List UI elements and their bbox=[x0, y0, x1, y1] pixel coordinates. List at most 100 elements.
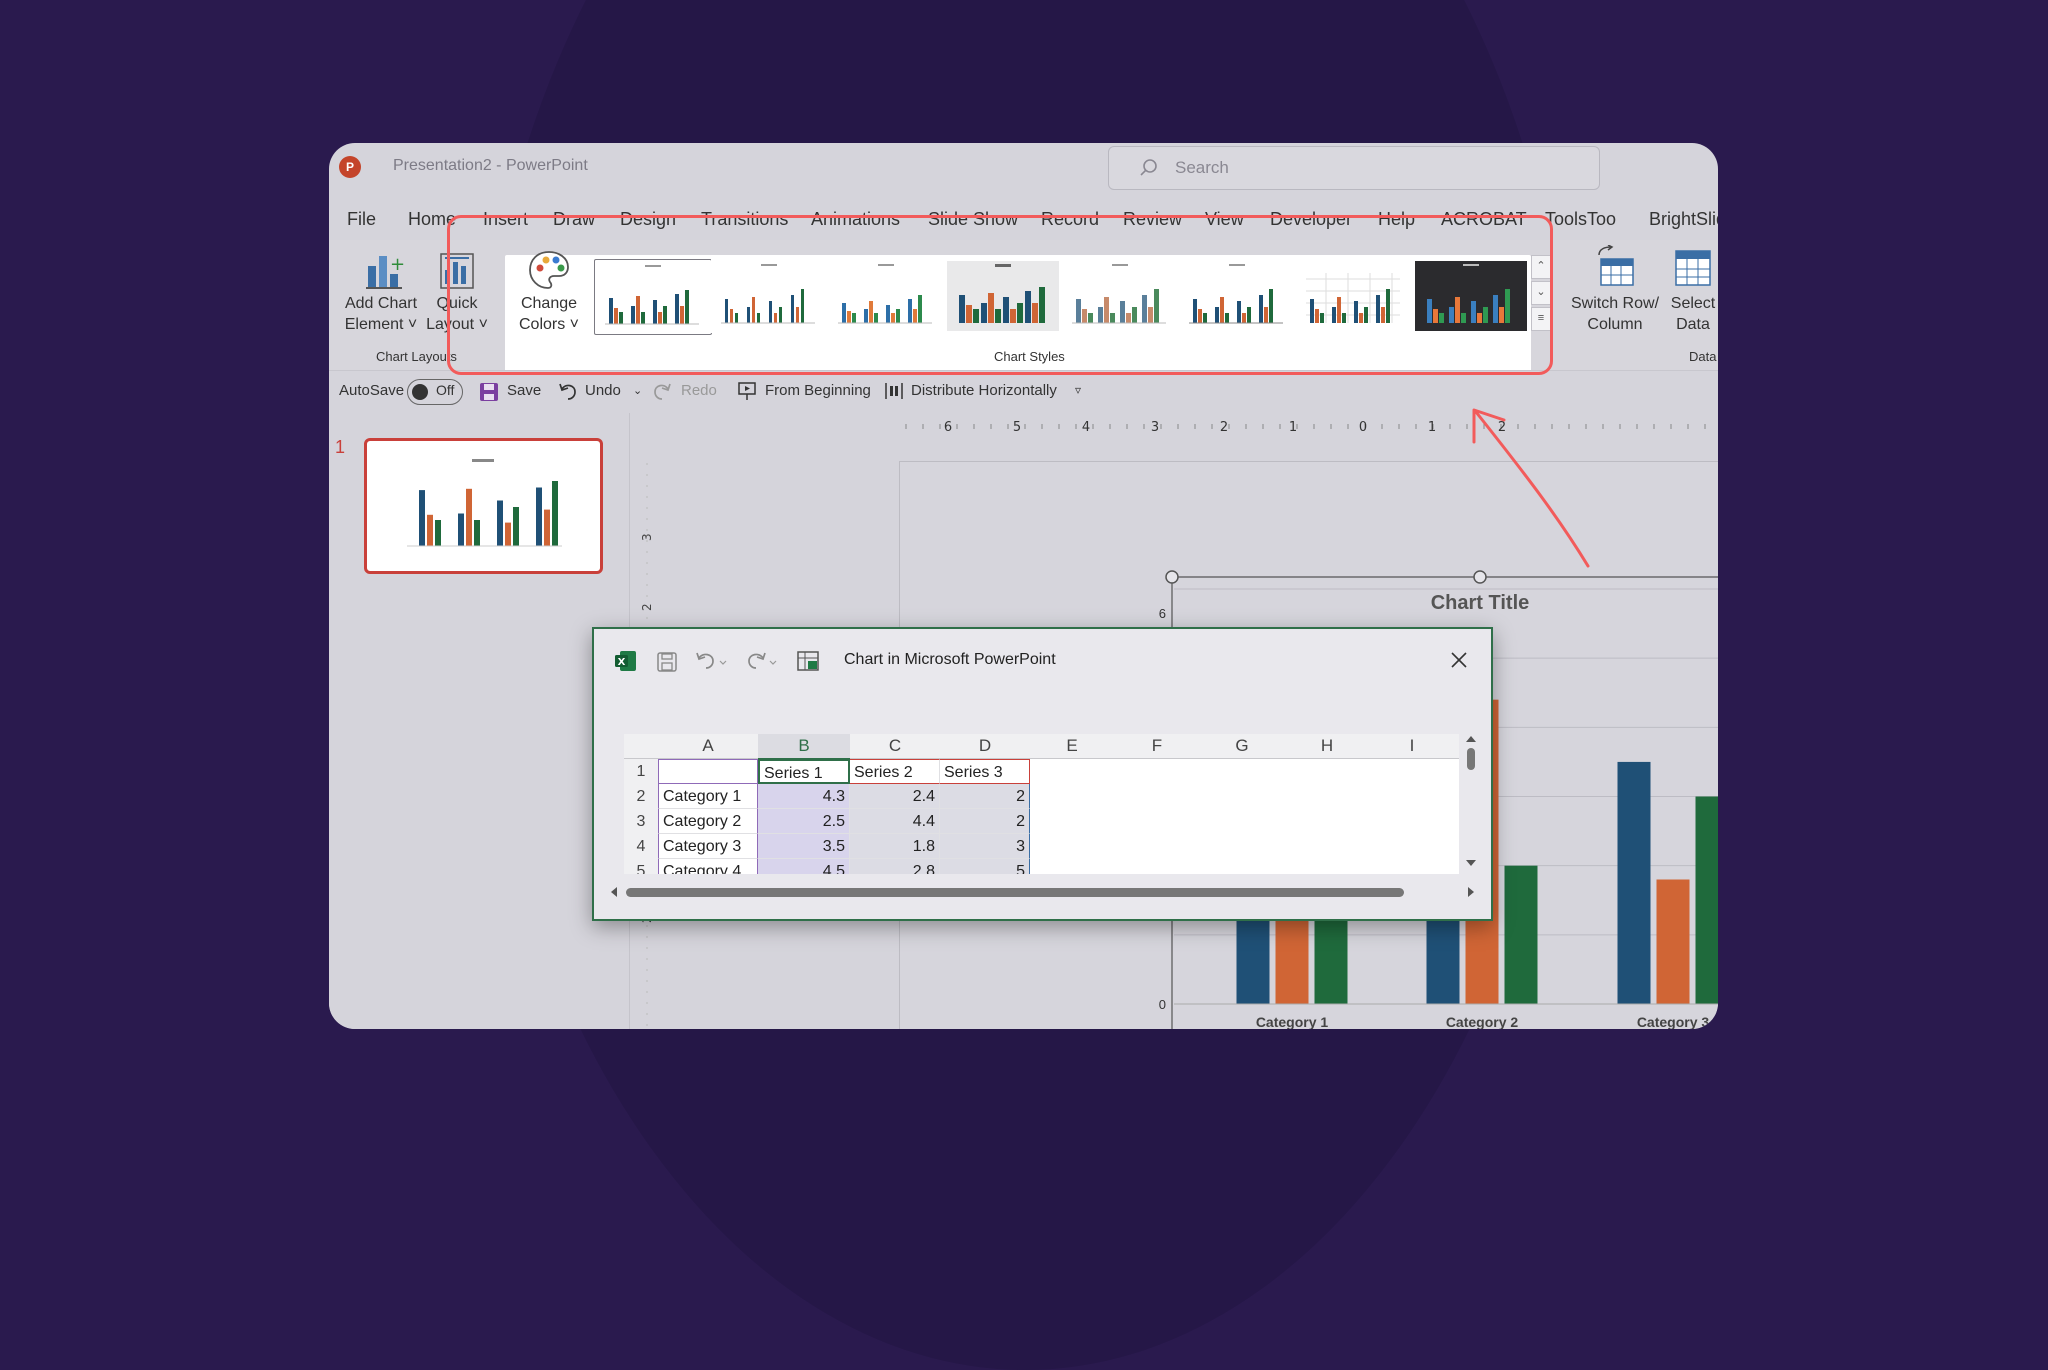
save-icon bbox=[480, 383, 498, 401]
thumb-bar bbox=[505, 522, 511, 546]
excel-redo-icon[interactable] bbox=[746, 649, 782, 671]
search-icon bbox=[1140, 159, 1157, 176]
cell-d3[interactable]: 2 bbox=[940, 809, 1030, 834]
cell-d1[interactable]: Series 3 bbox=[940, 759, 1030, 784]
row-header-3[interactable]: 3 bbox=[624, 809, 659, 835]
svg-text:+: + bbox=[390, 254, 404, 275]
column-header-d[interactable]: D bbox=[940, 734, 1031, 759]
cell-a4[interactable]: Category 3 bbox=[658, 834, 758, 859]
ruler-label: 3 bbox=[1151, 420, 1159, 435]
redo-button[interactable]: Redo bbox=[681, 382, 717, 399]
undo-button[interactable]: Undo bbox=[585, 382, 621, 399]
column-header-i[interactable]: I bbox=[1370, 734, 1455, 759]
column-header-f[interactable]: F bbox=[1114, 734, 1201, 759]
cell-a5[interactable]: Category 4 bbox=[658, 859, 758, 874]
cell-a1[interactable] bbox=[658, 759, 758, 784]
customize-qat-icon[interactable]: ▿ bbox=[1075, 383, 1081, 397]
select-data-icon bbox=[1675, 250, 1711, 286]
x-tick-category-1: Category 1 bbox=[1256, 1014, 1329, 1029]
y-tick-0: 0 bbox=[1159, 997, 1166, 1012]
slide-thumbnail-1[interactable] bbox=[364, 438, 603, 574]
cell-d5[interactable]: 5 bbox=[940, 859, 1030, 874]
cell-b3[interactable]: 2.5 bbox=[758, 809, 850, 834]
bar-series-3-cat3[interactable] bbox=[1695, 796, 1719, 1005]
chart-title[interactable]: Chart Title bbox=[1431, 592, 1530, 614]
bar-series-3-cat2[interactable] bbox=[1504, 865, 1538, 1004]
vertical-scroll-thumb[interactable] bbox=[1467, 748, 1475, 770]
cell-c3[interactable]: 4.4 bbox=[850, 809, 940, 834]
column-header-g[interactable]: G bbox=[1200, 734, 1285, 759]
add-chart-element-button[interactable]: Add Chart Element ˅ bbox=[341, 293, 421, 335]
present-from-beginning-icon bbox=[738, 382, 756, 400]
from-beginning-button[interactable]: From Beginning bbox=[765, 382, 871, 399]
row-header-4[interactable]: 4 bbox=[624, 834, 659, 860]
column-header-c[interactable]: C bbox=[850, 734, 941, 759]
chart-resize-handle-corner[interactable] bbox=[1165, 570, 1179, 584]
vruler-label-2a: 2 bbox=[640, 603, 654, 611]
select-data-button[interactable]: Select Data bbox=[1663, 293, 1718, 335]
cell-c5[interactable]: 2.8 bbox=[850, 859, 940, 874]
excel-save-icon[interactable] bbox=[656, 651, 678, 673]
autosave-label: AutoSave bbox=[339, 382, 405, 399]
distribute-horizontally-icon bbox=[885, 383, 903, 399]
ruler-label: 5 bbox=[1013, 420, 1021, 435]
row-header-2[interactable]: 2 bbox=[624, 784, 659, 810]
x-tick-category-3: Category 3 bbox=[1637, 1014, 1710, 1029]
row-header-5[interactable]: 5 bbox=[624, 859, 659, 874]
bar-series-1-cat3[interactable] bbox=[1617, 761, 1651, 1004]
cell-c2[interactable]: 2.4 bbox=[850, 784, 940, 809]
autosave-toggle[interactable]: Off bbox=[407, 379, 463, 405]
cell-c1[interactable]: Series 2 bbox=[850, 759, 940, 784]
select-all-corner[interactable] bbox=[624, 734, 659, 759]
horizontal-scrollbar[interactable] bbox=[608, 884, 1478, 900]
cell-a2[interactable]: Category 1 bbox=[658, 784, 758, 809]
horizontal-scroll-thumb[interactable] bbox=[626, 888, 1404, 897]
thumb-bar bbox=[536, 487, 542, 546]
menu-brightslide[interactable]: BrightSlide bbox=[1649, 209, 1718, 230]
scroll-up-arrow[interactable] bbox=[1466, 736, 1476, 742]
cell-b2[interactable]: 4.3 bbox=[758, 784, 850, 809]
column-header-h[interactable]: H bbox=[1284, 734, 1371, 759]
edit-data-in-excel-icon[interactable] bbox=[796, 649, 820, 673]
column-header-a[interactable]: A bbox=[658, 734, 759, 759]
thumb-bar bbox=[435, 520, 441, 546]
search-box[interactable]: Search bbox=[1108, 146, 1600, 190]
row-header-1[interactable]: 1 bbox=[624, 759, 659, 785]
switch-row-column-icon bbox=[1598, 245, 1634, 286]
scroll-down-arrow[interactable] bbox=[1466, 860, 1476, 866]
ruler-label: 6 bbox=[944, 420, 952, 435]
cell-d2[interactable]: 2 bbox=[940, 784, 1030, 809]
vertical-scrollbar[interactable] bbox=[1463, 734, 1479, 874]
excel-undo-icon[interactable] bbox=[694, 649, 730, 671]
cell-b5[interactable]: 4.5 bbox=[758, 859, 850, 874]
distribute-horizontally-button[interactable]: Distribute Horizontally bbox=[911, 382, 1057, 399]
switch-row-column-button[interactable]: Switch Row/ Column bbox=[1565, 293, 1665, 335]
thumb-bar bbox=[458, 513, 464, 546]
excel-window-title: Chart in Microsoft PowerPoint bbox=[844, 651, 1056, 668]
spreadsheet-grid[interactable]: A B C D E F G H I 1 2 3 4 5 Series 1 Ser… bbox=[624, 734, 1459, 874]
ruler-label: 4 bbox=[1082, 420, 1090, 435]
cell-d4[interactable]: 3 bbox=[940, 834, 1030, 859]
powerpoint-logo-icon: P bbox=[339, 156, 361, 178]
scroll-right-arrow[interactable] bbox=[1468, 887, 1474, 897]
close-icon[interactable] bbox=[1450, 651, 1468, 669]
add-chart-element-icon: + bbox=[366, 254, 404, 289]
ruler-label: 0 bbox=[1359, 420, 1367, 435]
cell-b4[interactable]: 3.5 bbox=[758, 834, 850, 859]
svg-text:X: X bbox=[618, 657, 626, 668]
menu-toolstoo[interactable]: ToolsToo bbox=[1545, 209, 1616, 230]
undo-dropdown-icon[interactable]: ⌄ bbox=[633, 384, 642, 397]
column-header-e[interactable]: E bbox=[1030, 734, 1115, 759]
bar-series-2-cat3[interactable] bbox=[1656, 879, 1690, 1005]
scroll-left-arrow[interactable] bbox=[611, 887, 617, 897]
cell-c4[interactable]: 1.8 bbox=[850, 834, 940, 859]
window-title: Presentation2 - PowerPoint bbox=[393, 157, 588, 174]
ruler-label: 1 bbox=[1428, 420, 1436, 435]
cell-b1[interactable]: Series 1 bbox=[758, 759, 850, 784]
save-button[interactable]: Save bbox=[507, 382, 541, 399]
cell-a3[interactable]: Category 2 bbox=[658, 809, 758, 834]
menu-file[interactable]: File bbox=[347, 209, 376, 230]
vruler-label-3: 3 bbox=[640, 533, 654, 541]
x-tick-category-2: Category 2 bbox=[1446, 1014, 1519, 1029]
column-header-b[interactable]: B bbox=[758, 734, 851, 760]
